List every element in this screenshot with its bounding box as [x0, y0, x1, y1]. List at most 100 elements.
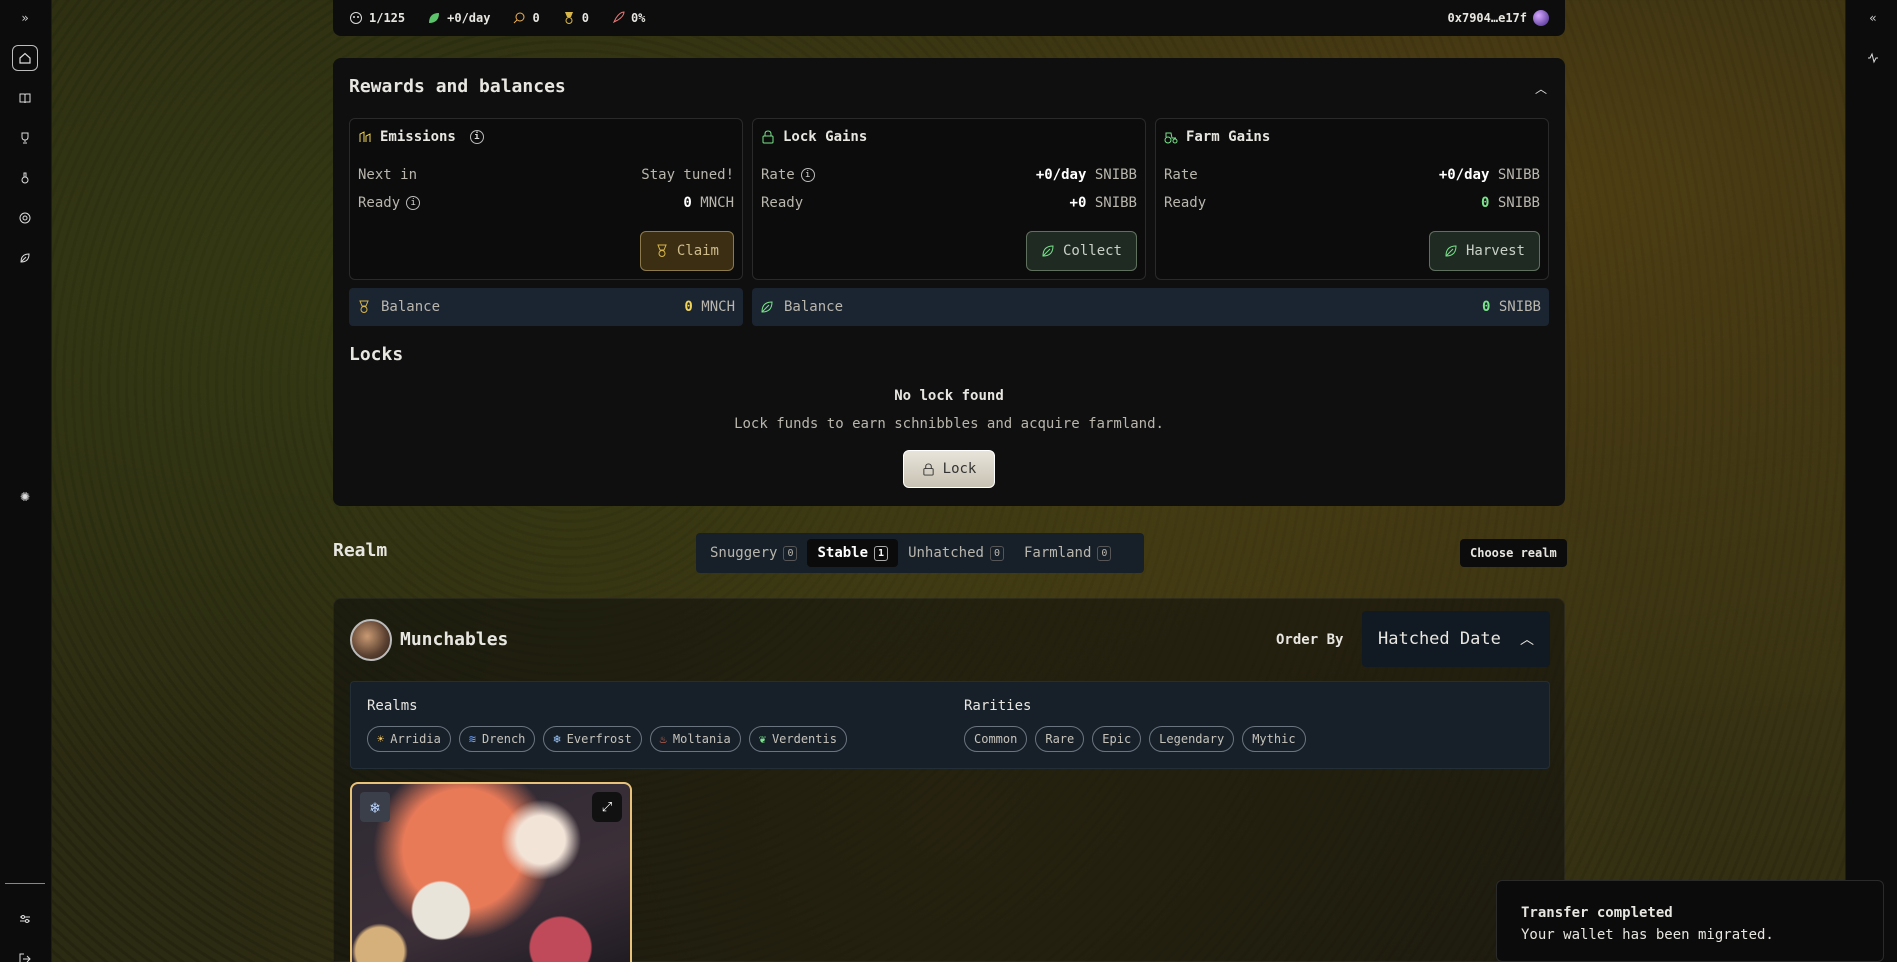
filters-box: Realms ☀ Arridia ≋ Drench ❄ Everfrost ♨ Molt…	[350, 681, 1550, 769]
harvest-label: Harvest	[1465, 243, 1525, 259]
lock-label: Lock	[942, 461, 977, 477]
chip-verdentis[interactable]: ❦ Verdentis	[748, 726, 847, 752]
left-sidebar: » ✺	[0, 0, 52, 962]
chip-legendary[interactable]: Legendary	[1149, 726, 1235, 752]
harvest-button[interactable]: Harvest	[1428, 231, 1540, 271]
lock-gains-rate-row: Rate i +0/day SNIBB	[761, 167, 1137, 183]
rewards-panel: Rewards and balances ︿ Emissions i Next …	[333, 58, 1565, 506]
sun-icon: ☀	[377, 732, 385, 746]
info-icon[interactable]: i	[800, 168, 815, 182]
medals-value: 0	[581, 11, 589, 25]
farm-gains-rate-row: Rate +0/day SNIBB	[1164, 167, 1540, 183]
emissions-icon	[359, 131, 371, 142]
expand-sidebar-icon[interactable]: »	[12, 5, 38, 31]
top-status-bar: 1/125 +0/day 0 0 0% 0x7904…e17f	[333, 0, 1565, 36]
balance-label: Balance	[381, 299, 441, 315]
lock-gains-card: Lock Gains Rate i +0/day SNIBB Ready +0 S…	[752, 118, 1146, 280]
realm-tabs: Snuggery 0 Stable 1 Unhatched 0 Farmland…	[696, 533, 1144, 573]
info-icon[interactable]: i	[469, 130, 484, 144]
toast-message: Your wallet has been migrated.	[1521, 927, 1774, 943]
order-by-select[interactable]: Hatched Date ︿	[1362, 611, 1550, 667]
chip-epic[interactable]: Epic	[1092, 726, 1142, 752]
schnibble-icon	[429, 13, 440, 23]
chevron-up-icon: ︿	[1520, 632, 1534, 648]
tab-unhatched[interactable]: Unhatched 0	[898, 539, 1014, 567]
leaf-icon: ❦	[758, 732, 766, 746]
balance-unit: MNCH	[701, 299, 735, 315]
realm-title: Realm	[333, 540, 388, 561]
schnibble-icon	[1042, 245, 1054, 257]
activity-icon[interactable]	[1860, 45, 1886, 71]
tab-count: 1	[874, 545, 889, 561]
chip-common[interactable]: Common	[964, 726, 1028, 752]
emissions-title: Emissions	[380, 129, 456, 145]
chip-label: Everfrost	[566, 732, 632, 746]
realms-chips: ☀ Arridia ≋ Drench ❄ Everfrost ♨ Moltania ❦ V…	[367, 726, 847, 752]
ready-value: +0	[1069, 195, 1087, 211]
tab-count: 0	[783, 545, 798, 561]
lock-button[interactable]: Lock	[903, 450, 995, 488]
ready-label: Ready	[1164, 195, 1207, 211]
farm-gains-header: Farm Gains	[1164, 129, 1270, 145]
food-value: 0	[532, 11, 540, 25]
chip-mythic[interactable]: Mythic	[1242, 726, 1306, 752]
chip-rare[interactable]: Rare	[1035, 726, 1085, 752]
collapse-panel-icon[interactable]: «	[1860, 5, 1886, 31]
chip-label: Moltania	[672, 732, 731, 746]
leaf-icon[interactable]	[12, 245, 38, 271]
wallet-address: 0x7904…e17f	[1447, 11, 1527, 25]
locks-title: Locks	[349, 344, 404, 365]
wallet-button[interactable]: 0x7904…e17f	[1448, 10, 1549, 26]
rate-value: +0/day	[1438, 167, 1490, 183]
no-lock-title: No lock found	[894, 388, 1004, 404]
collapse-chevron-up-icon[interactable]: ︿	[1535, 80, 1547, 97]
farm-gains-card: Farm Gains Rate +0/day SNIBB Ready 0 SNI…	[1155, 118, 1549, 280]
munchables-count: 1/125	[369, 11, 406, 25]
chip-everfrost[interactable]: ❄ Everfrost	[543, 726, 642, 752]
tab-label: Snuggery	[710, 545, 778, 561]
chip-arridia[interactable]: ☀ Arridia	[367, 726, 451, 752]
balance-value: 0	[684, 299, 693, 315]
rarities-filter-label: Rarities	[964, 698, 1032, 714]
next-in-label: Next in	[358, 167, 418, 183]
chip-moltania[interactable]: ♨ Moltania	[649, 726, 741, 752]
choose-realm-button[interactable]: Choose realm	[1460, 539, 1567, 567]
chip-label: Arridia	[390, 732, 441, 746]
wallet-avatar	[1533, 10, 1549, 26]
expand-icon[interactable]: ⤢	[592, 792, 622, 822]
rate-value: +0/day	[1035, 167, 1087, 183]
snibb-balance-bar: Balance 0 SNIBB	[752, 288, 1549, 326]
rate-label: Rate	[761, 167, 795, 183]
schnibble-icon	[761, 301, 773, 313]
munchable-card[interactable]: ❄ ⤢	[350, 782, 632, 962]
rate-unit: SNIBB	[1094, 167, 1137, 183]
trophy-icon[interactable]	[12, 125, 38, 151]
info-icon[interactable]: i	[406, 196, 421, 210]
emissions-header: Emissions i	[358, 129, 484, 145]
book-icon[interactable]	[12, 85, 38, 111]
logout-icon[interactable]	[12, 946, 38, 962]
home-icon[interactable]	[12, 45, 38, 71]
rate-label: Rate	[1164, 167, 1198, 183]
tab-snuggery[interactable]: Snuggery 0	[700, 539, 807, 567]
farm-gains-title: Farm Gains	[1186, 129, 1271, 145]
tab-farmland[interactable]: Farmland 0	[1014, 539, 1121, 567]
claim-label: Claim	[676, 243, 719, 259]
chip-drench[interactable]: ≋ Drench	[458, 726, 536, 752]
lock-gains-title: Lock Gains	[783, 129, 868, 145]
target-icon[interactable]	[12, 205, 38, 231]
ready-unit: MNCH	[700, 195, 734, 211]
farm-gains-ready-row: Ready 0 SNIBB	[1164, 195, 1540, 211]
claim-button[interactable]: Claim	[639, 231, 734, 271]
chip-label: Rare	[1045, 732, 1075, 746]
no-lock-description: Lock funds to earn schnibbles and acquir…	[734, 416, 1164, 432]
balance-label: Balance	[784, 299, 844, 315]
balance-unit: SNIBB	[1498, 299, 1541, 315]
chip-label: Epic	[1102, 732, 1132, 746]
tab-stable[interactable]: Stable 1	[807, 539, 899, 567]
food-stat: 0	[512, 11, 540, 25]
collect-button[interactable]: Collect	[1025, 231, 1137, 271]
chip-label: Verdentis	[771, 732, 837, 746]
settings-sliders-icon[interactable]	[12, 906, 38, 932]
flask-icon[interactable]	[12, 165, 38, 191]
